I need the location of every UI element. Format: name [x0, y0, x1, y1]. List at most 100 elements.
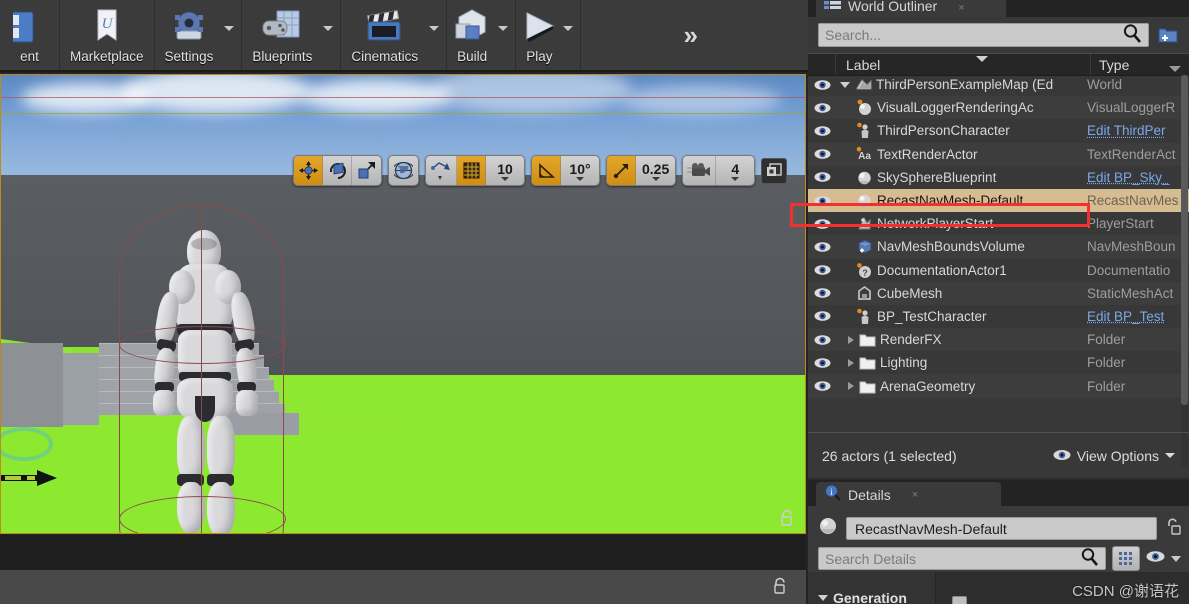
row-label-cell[interactable]: ThirdPersonExampleMap (Ed: [836, 76, 1085, 93]
scale-snap-value[interactable]: 0.25: [636, 156, 675, 185]
camera-speed-value[interactable]: 4: [716, 156, 754, 185]
toolbar-item-cinematics[interactable]: Cinematics: [341, 0, 447, 70]
table-row[interactable]: Lighting Folder: [808, 351, 1189, 374]
type-column-header[interactable]: Type: [1091, 54, 1189, 75]
table-row[interactable]: RecastNavMesh-Default RecastNavMes: [808, 189, 1189, 212]
maximize-viewport-icon[interactable]: [761, 158, 787, 184]
row-label-cell[interactable]: ArenaGeometry: [836, 378, 1085, 395]
table-row[interactable]: BP_TestCharacter Edit BP_Test: [808, 305, 1189, 328]
tab-world-outliner[interactable]: World Outliner ×: [816, 0, 1006, 17]
chevron-down-icon[interactable]: [498, 26, 508, 31]
chevron-down-icon[interactable]: [840, 82, 850, 88]
table-row[interactable]: ThirdPersonExampleMap (Ed World: [808, 73, 1189, 96]
search-input[interactable]: Search...: [818, 23, 1149, 47]
visibility-toggle-icon[interactable]: [808, 171, 836, 183]
visibility-toggle-icon[interactable]: [808, 357, 836, 369]
visibility-toggle-icon[interactable]: [808, 287, 836, 299]
row-label-cell[interactable]: CubeMesh: [836, 285, 1085, 302]
chevron-down-icon[interactable]: [224, 26, 234, 31]
table-row[interactable]: RenderFX Folder: [808, 328, 1189, 351]
visibility-toggle-icon[interactable]: [808, 380, 836, 392]
table-row[interactable]: NavMeshBoundsVolume NavMeshBoun: [808, 235, 1189, 258]
visibility-toggle-icon[interactable]: [808, 241, 836, 253]
toolbar-item-marketplace[interactable]: U Marketplace: [60, 0, 155, 70]
row-type-link[interactable]: Edit BP_Sky_: [1085, 170, 1189, 185]
grid-snap-toggle[interactable]: [457, 156, 486, 185]
content-lock-icon[interactable]: [772, 577, 788, 600]
close-icon[interactable]: ×: [912, 489, 918, 501]
row-label-cell[interactable]: BP_TestCharacter: [836, 308, 1085, 325]
table-row[interactable]: Aa TextRenderActor TextRenderAct: [808, 143, 1189, 166]
chevron-right-icon[interactable]: [848, 336, 854, 344]
row-label-cell[interactable]: NavMeshBoundsVolume: [836, 238, 1085, 255]
tab-details[interactable]: i Details ×: [816, 482, 1001, 508]
level-viewport[interactable]: 10 10° 0.25 4: [0, 74, 806, 534]
toolbar-overflow-button[interactable]: »: [581, 0, 808, 70]
angle-snap-value[interactable]: 10°: [561, 156, 599, 185]
chevron-down-icon[interactable]: [323, 26, 333, 31]
details-search-input[interactable]: Search Details: [818, 547, 1106, 570]
visibility-toggle-icon[interactable]: [808, 125, 836, 137]
visibility-toggle-icon[interactable]: [808, 195, 836, 207]
toolbar-item-play[interactable]: Play: [516, 0, 581, 70]
angle-snap-toggle[interactable]: [532, 156, 561, 185]
details-category-generation[interactable]: Generation: [808, 572, 936, 604]
surface-snap-icon[interactable]: [426, 156, 457, 185]
scale-snap-toggle[interactable]: [607, 156, 636, 185]
chevron-down-icon[interactable]: [429, 26, 439, 31]
row-label-cell[interactable]: RecastNavMesh-Default: [836, 192, 1085, 209]
row-label-cell[interactable]: NetworkPlayerStart: [836, 215, 1085, 232]
row-label-cell[interactable]: VisualLoggerRenderingAc: [836, 99, 1085, 116]
grid-view-icon[interactable]: [1112, 546, 1140, 571]
visibility-toggle-icon[interactable]: [808, 264, 836, 276]
row-label-cell[interactable]: Lighting: [836, 354, 1085, 371]
visibility-toggle-icon[interactable]: [808, 310, 836, 322]
visibility-toggle-icon[interactable]: [808, 148, 836, 160]
outliner-row-list[interactable]: ThirdPersonExampleMap (Ed World VisualLogg…: [808, 73, 1189, 430]
table-row[interactable]: ? DocumentationActor1 Documentatio: [808, 259, 1189, 282]
grid-snap-value[interactable]: 10: [486, 156, 524, 185]
row-type-link[interactable]: Edit ThirdPer: [1085, 123, 1189, 138]
toolbar-item-settings[interactable]: Settings: [155, 0, 243, 70]
table-row[interactable]: SkySphereBlueprint Edit BP_Sky_: [808, 166, 1189, 189]
property-checkbox[interactable]: [952, 596, 967, 604]
column-options-icon[interactable]: [1169, 66, 1181, 72]
add-folder-icon[interactable]: [1155, 23, 1181, 47]
visibility-toggle-icon[interactable]: [808, 102, 836, 114]
table-row[interactable]: NetworkPlayerStart PlayerStart: [808, 212, 1189, 235]
object-name-field[interactable]: RecastNavMesh-Default: [846, 517, 1157, 540]
row-label-cell[interactable]: SkySphereBlueprint: [836, 169, 1085, 186]
row-label-cell[interactable]: ThirdPersonCharacter: [836, 122, 1085, 139]
chevron-right-icon[interactable]: [848, 359, 854, 367]
toolbar-item-content[interactable]: ent: [0, 0, 60, 70]
camera-icon[interactable]: [683, 156, 716, 185]
label-column-header[interactable]: Label: [836, 54, 1091, 75]
table-row[interactable]: VisualLoggerRenderingAc VisualLoggerR: [808, 96, 1189, 119]
toolbar-item-blueprints[interactable]: Blueprints: [242, 0, 341, 70]
translate-mode-button[interactable]: [294, 156, 323, 185]
close-icon[interactable]: ×: [958, 2, 964, 14]
visibility-toggle-icon[interactable]: [808, 218, 836, 230]
visibility-toggle-icon[interactable]: [808, 79, 836, 91]
row-label-cell[interactable]: ? DocumentationActor1: [836, 262, 1085, 279]
rotate-mode-button[interactable]: [323, 156, 352, 185]
table-row[interactable]: ArenaGeometry Folder: [808, 374, 1189, 397]
chevron-down-icon[interactable]: [1171, 556, 1181, 562]
row-type-link[interactable]: Edit BP_Test: [1085, 309, 1189, 324]
unlock-icon[interactable]: [1165, 517, 1181, 541]
viewport-lock-icon[interactable]: [779, 509, 795, 527]
scale-mode-button[interactable]: [352, 156, 381, 185]
table-row[interactable]: ThirdPersonCharacter Edit ThirdPer: [808, 119, 1189, 142]
toolbar-item-build[interactable]: Build: [447, 0, 516, 70]
row-label-cell[interactable]: RenderFX: [836, 331, 1085, 348]
chevron-right-icon[interactable]: [848, 382, 854, 390]
row-label-cell[interactable]: Aa TextRenderActor: [836, 146, 1085, 163]
eye-icon[interactable]: [1146, 550, 1165, 568]
visibility-toggle-icon[interactable]: [808, 334, 836, 346]
chevron-down-icon[interactable]: [563, 26, 573, 31]
view-options-button[interactable]: View Options: [1053, 448, 1175, 464]
table-row[interactable]: CubeMesh StaticMeshAct: [808, 282, 1189, 305]
third-person-character-mesh[interactable]: [151, 230, 261, 534]
world-icon[interactable]: [389, 156, 418, 185]
outliner-scrollbar[interactable]: [1181, 75, 1188, 467]
